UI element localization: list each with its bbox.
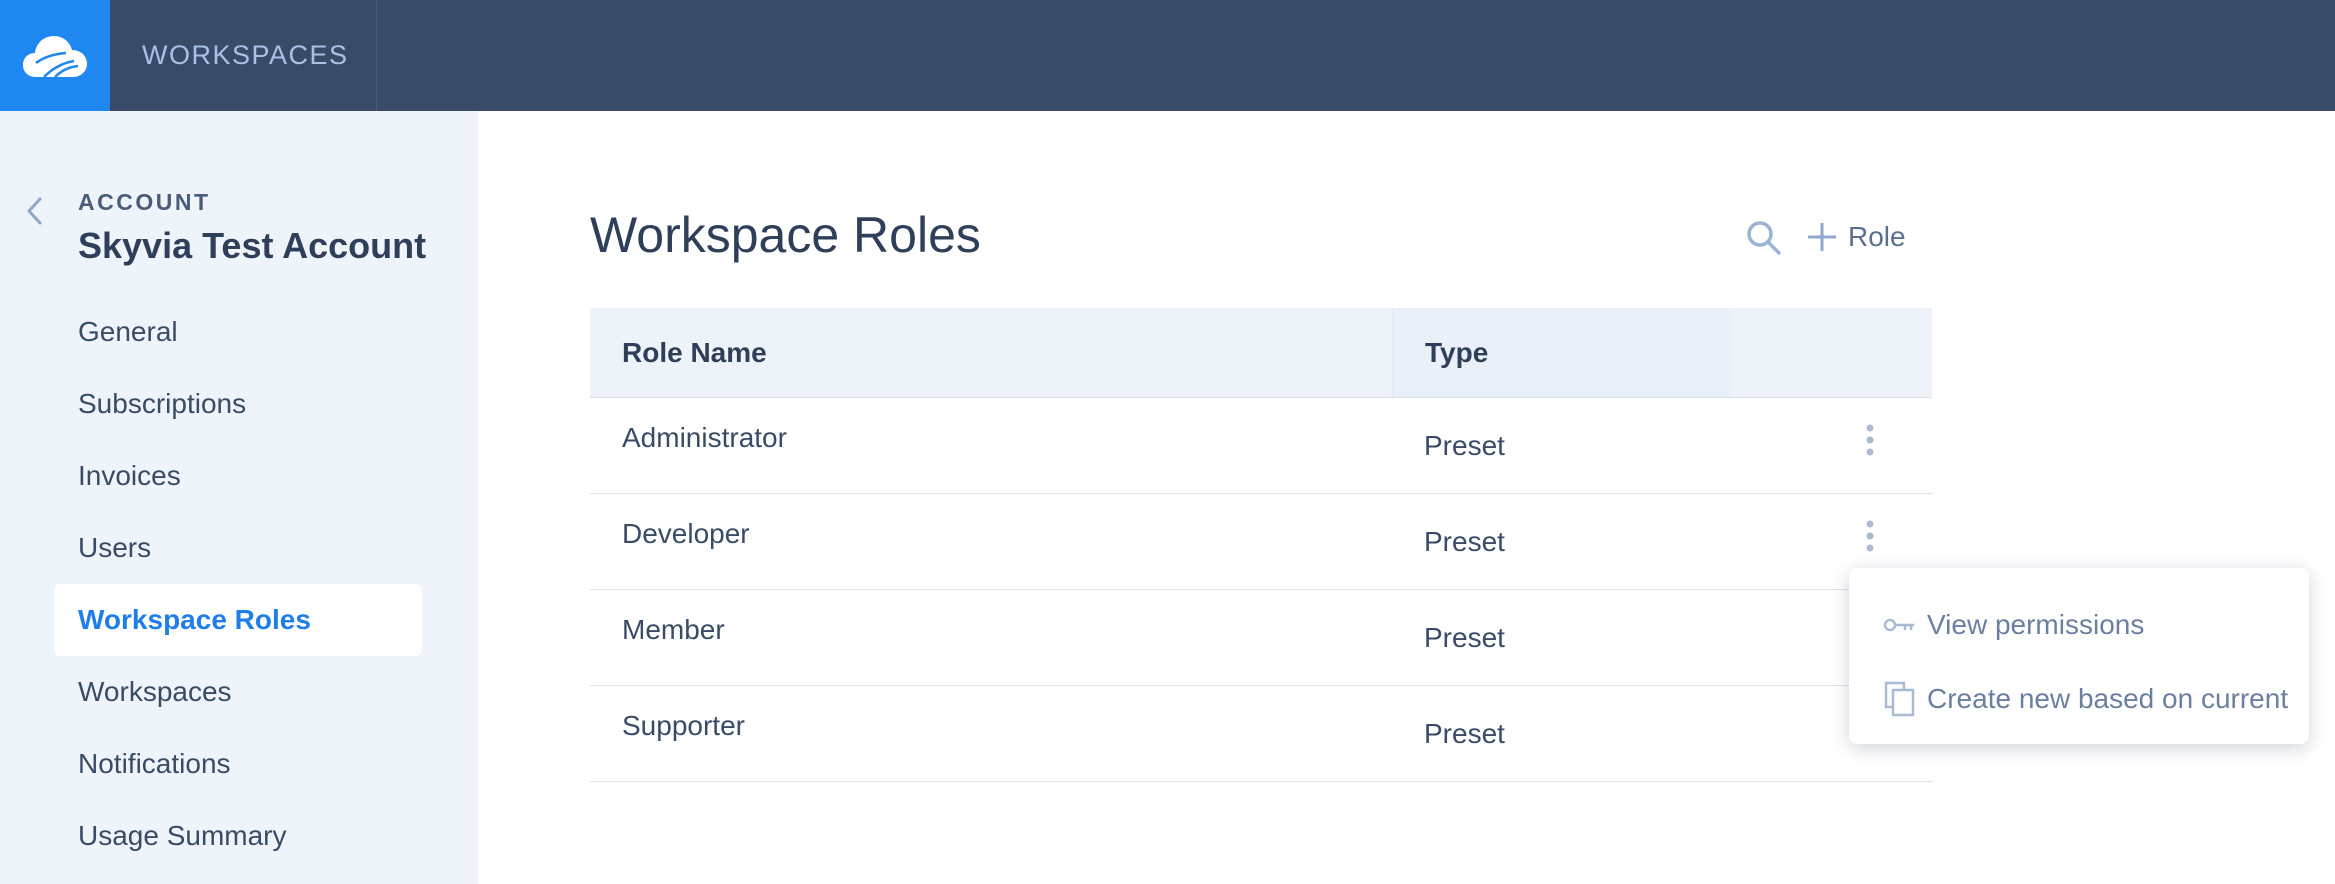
sidebar-item-label: Workspaces <box>78 676 232 707</box>
table-row[interactable]: Administrator Preset <box>590 398 1932 494</box>
sidebar-item-notifications[interactable]: Notifications <box>54 728 422 800</box>
search-button[interactable] <box>1744 218 1784 258</box>
column-header-role-name: Role Name <box>622 336 767 368</box>
roles-table: Role Name Type Administrator Preset Deve… <box>590 308 1932 782</box>
column-header-type: Type <box>1392 308 1732 397</box>
sidebar-item-label: Notifications <box>78 748 231 779</box>
role-name-cell: Developer <box>622 518 750 549</box>
sidebar-item-subscriptions[interactable]: Subscriptions <box>54 368 422 440</box>
sidebar-item-label: Users <box>78 532 152 563</box>
role-name-cell: Administrator <box>622 422 787 453</box>
workspaces-menu[interactable]: WORKSPACES <box>110 0 377 111</box>
sidebar-item-workspaces[interactable]: Workspaces <box>54 656 422 728</box>
table-row[interactable]: Developer Preset <box>590 494 1932 590</box>
add-role-button[interactable]: Role <box>1806 214 1906 260</box>
role-type-cell: Preset <box>1424 526 1505 557</box>
sidebar-item-usage-summary[interactable]: Usage Summary <box>54 800 422 872</box>
account-label: ACCOUNT <box>78 189 211 215</box>
key-icon <box>1883 608 1917 642</box>
copy-icon <box>1883 681 1917 717</box>
logo-button[interactable] <box>0 0 110 111</box>
top-bar: WORKSPACES <box>0 0 2335 111</box>
sidebar-item-users[interactable]: Users <box>54 512 422 584</box>
sidebar-item-invoices[interactable]: Invoices <box>54 440 422 512</box>
menu-item-create-new-based-on-current[interactable]: Create new based on current <box>1849 662 2309 736</box>
table-row[interactable]: Supporter Preset <box>590 686 1932 782</box>
kebab-menu-icon <box>1866 520 1874 552</box>
add-role-label: Role <box>1848 221 1906 252</box>
row-context-menu: View permissions Create new based on cur… <box>1849 568 2309 744</box>
plus-icon <box>1808 223 1836 251</box>
account-name: Skyvia Test Account <box>78 225 427 266</box>
kebab-menu-icon <box>1866 424 1874 456</box>
role-name-cell: Member <box>622 614 725 645</box>
role-type-cell: Preset <box>1424 718 1505 749</box>
sidebar-item-label: Usage Summary <box>78 820 287 851</box>
sidebar-item-label: Subscriptions <box>78 388 247 419</box>
table-header: Role Name Type <box>590 308 1932 398</box>
search-icon <box>1747 221 1781 255</box>
column-header-actions <box>1732 308 1932 397</box>
menu-item-view-permissions[interactable]: View permissions <box>1849 588 2309 662</box>
row-menu-button[interactable] <box>1860 518 1880 558</box>
menu-item-label: View permissions <box>1927 609 2145 640</box>
menu-item-label: Create new based on current <box>1927 683 2289 714</box>
sidebar: ACCOUNT Skyvia Test Account General Subs… <box>0 111 478 884</box>
sidebar-item-label: Invoices <box>78 460 181 491</box>
sidebar-item-workspace-roles[interactable]: Workspace Roles <box>54 584 422 656</box>
chevron-left-icon[interactable] <box>20 191 50 231</box>
row-actions-cell <box>1732 398 1932 493</box>
page-title: Workspace Roles <box>590 207 981 263</box>
row-menu-button[interactable] <box>1860 422 1880 462</box>
sidebar-item-general[interactable]: General <box>54 296 422 368</box>
sidebar-item-label: General <box>78 316 178 347</box>
sidebar-nav: General Subscriptions Invoices Users Wor… <box>54 296 422 872</box>
role-type-cell: Preset <box>1424 430 1505 461</box>
role-name-cell: Supporter <box>622 710 745 741</box>
topbar-title: WORKSPACES <box>142 40 349 70</box>
sidebar-item-label: Workspace Roles <box>78 604 311 635</box>
cloud-logo-icon <box>23 35 87 78</box>
table-row[interactable]: Member Preset <box>590 590 1932 686</box>
role-type-cell: Preset <box>1424 622 1505 653</box>
